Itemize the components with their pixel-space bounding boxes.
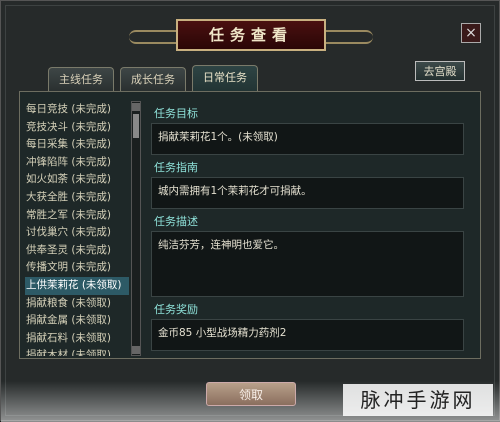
quest-list-item[interactable]: 每日竞技 (未完成): [25, 101, 129, 119]
quest-list-item[interactable]: 常胜之军 (未完成): [25, 207, 129, 225]
quest-list: 每日竞技 (未完成) 竞技决斗 (未完成) 每日采集 (未完成) 冲锋陷阵 (未完成)…: [25, 101, 129, 356]
quest-list-item[interactable]: 捐献粮食 (未领取): [25, 295, 129, 313]
goal-label: 任务目标: [154, 107, 198, 120]
quest-list-item[interactable]: 如火如荼 (未完成): [25, 171, 129, 189]
go-palace-button[interactable]: 去宫殿: [415, 61, 465, 81]
quest-window: 任务查看 × 主线任务 成长任务 日常任务 去宫殿 每日竞技 (未完成) 竞技决斗…: [0, 0, 500, 422]
scroll-thumb[interactable]: [133, 114, 139, 138]
close-icon: ×: [465, 25, 477, 41]
title-ornament: 任务查看: [121, 19, 381, 53]
quest-list-item[interactable]: 每日采集 (未完成): [25, 136, 129, 154]
quest-list-item[interactable]: 供奉圣灵 (未完成): [25, 242, 129, 260]
quest-list-scrollbar[interactable]: [131, 101, 141, 356]
guide-label: 任务指南: [154, 161, 198, 174]
goal-text: 捐献茉莉花1个。(未领取): [151, 123, 464, 155]
quest-list-item[interactable]: 讨伐巢穴 (未完成): [25, 224, 129, 242]
reward-text: 金币85 小型战场精力药剂2: [151, 319, 464, 351]
tab-growth-quest[interactable]: 成长任务: [120, 67, 186, 91]
accept-button[interactable]: 领取: [206, 382, 296, 406]
quest-list-item[interactable]: 传播文明 (未完成): [25, 259, 129, 277]
quest-list-item[interactable]: 捐献木材 (未领取): [25, 347, 129, 356]
quest-list-item[interactable]: 冲锋陷阵 (未完成): [25, 154, 129, 172]
watermark: 脉冲手游网: [343, 384, 493, 416]
window-title: 任务查看: [176, 19, 326, 51]
quest-list-item[interactable]: 捐献金属 (未领取): [25, 312, 129, 330]
quest-list-item[interactable]: 捐献石料 (未领取): [25, 330, 129, 348]
quest-list-item[interactable]: 竞技决斗 (未完成): [25, 119, 129, 137]
quest-list-item[interactable]: 大获全胜 (未完成): [25, 189, 129, 207]
scroll-up-icon[interactable]: [132, 103, 140, 111]
reward-label: 任务奖励: [154, 303, 198, 316]
desc-text: 纯洁芬芳，连神明也爱它。: [151, 231, 464, 297]
tab-daily-quest[interactable]: 日常任务: [192, 65, 258, 91]
quest-list-item[interactable]: 上供茉莉花 (未领取): [25, 276, 129, 295]
scroll-down-icon[interactable]: [132, 346, 140, 354]
close-button[interactable]: ×: [461, 23, 481, 43]
guide-text: 城内需拥有1个茉莉花才可捐献。: [151, 177, 464, 209]
tab-main-quest[interactable]: 主线任务: [48, 67, 114, 91]
desc-label: 任务描述: [154, 215, 198, 228]
